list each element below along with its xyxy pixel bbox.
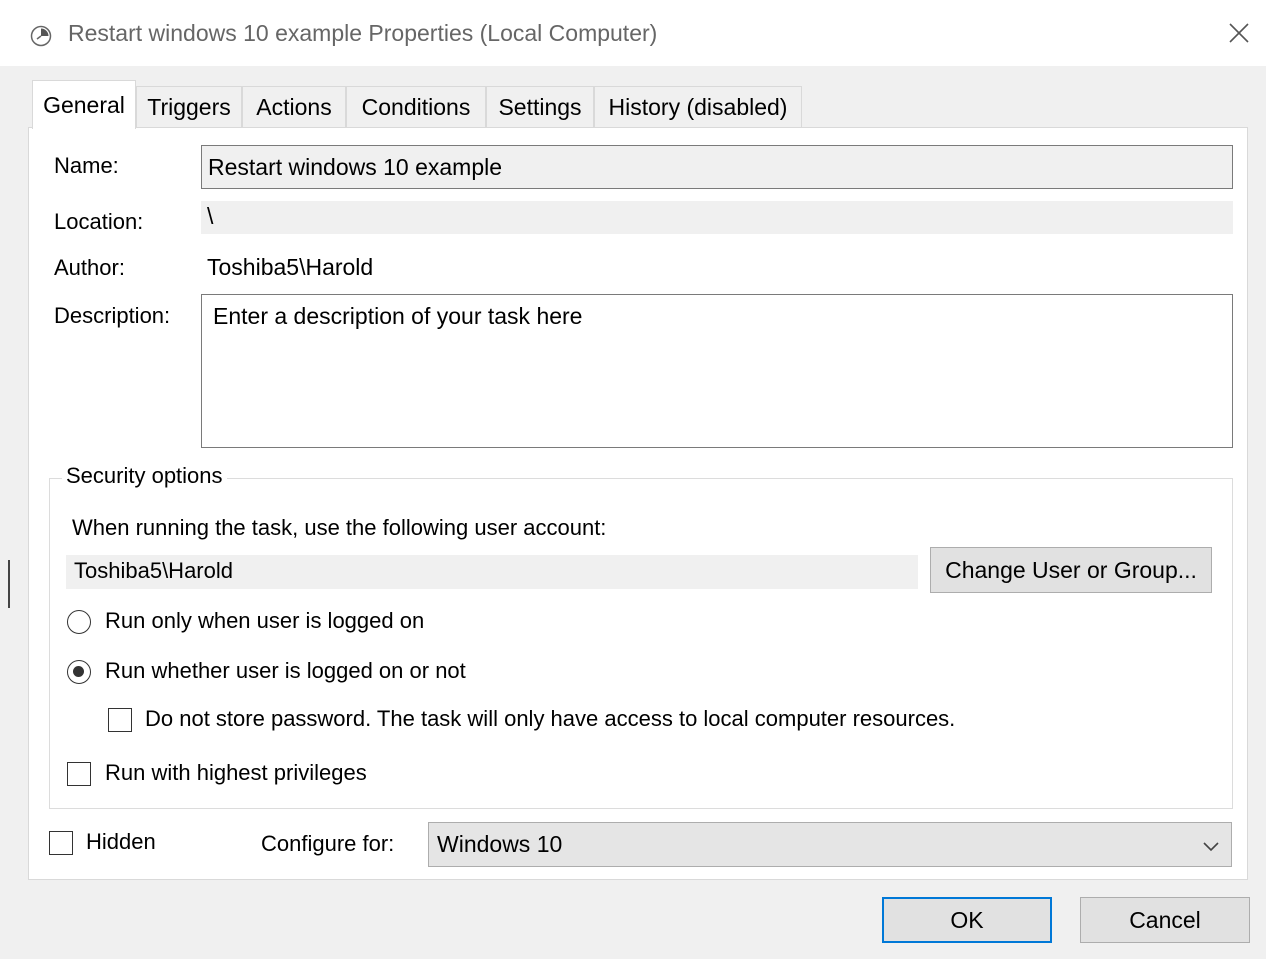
no-store-password-checkbox[interactable] xyxy=(108,708,132,732)
tab-conditions[interactable]: Conditions xyxy=(346,86,486,128)
cancel-button[interactable]: Cancel xyxy=(1080,897,1250,943)
hidden-checkbox[interactable] xyxy=(49,831,73,855)
security-options-legend: Security options xyxy=(62,463,227,489)
tab-actions[interactable]: Actions xyxy=(242,86,346,128)
tab-label: Triggers xyxy=(147,94,231,120)
close-button[interactable] xyxy=(1218,14,1260,52)
security-options-group: Security options When running the task, … xyxy=(49,463,1233,809)
change-user-button[interactable]: Change User or Group... xyxy=(930,547,1212,593)
location-value: \ xyxy=(201,201,1233,234)
description-label: Description: xyxy=(54,303,171,328)
tab-label: History (disabled) xyxy=(608,94,788,120)
name-field[interactable]: Restart windows 10 example xyxy=(201,145,1233,189)
close-icon xyxy=(1229,23,1249,43)
run-logged-on-label[interactable]: Run only when user is logged on xyxy=(105,608,424,634)
title-bar[interactable]: Restart windows 10 example Properties (L… xyxy=(0,0,1266,66)
highest-privileges-label[interactable]: Run with highest privileges xyxy=(105,760,367,786)
general-tab-panel: Name: Restart windows 10 example Locatio… xyxy=(28,127,1248,880)
description-field[interactable]: Enter a description of your task here xyxy=(201,294,1233,448)
author-value: Toshiba5\Harold xyxy=(207,254,374,280)
configure-for-value: Windows 10 xyxy=(437,831,563,857)
hidden-label[interactable]: Hidden xyxy=(86,829,156,855)
tab-settings[interactable]: Settings xyxy=(486,86,594,128)
tab-label: Actions xyxy=(256,94,332,120)
tab-history[interactable]: History (disabled) xyxy=(594,86,802,128)
no-store-password-label[interactable]: Do not store password. The task will onl… xyxy=(145,706,955,732)
highest-privileges-checkbox[interactable] xyxy=(67,762,91,786)
tab-label: Settings xyxy=(498,94,582,120)
run-whether-radio[interactable] xyxy=(67,660,91,684)
run-logged-on-radio[interactable] xyxy=(67,610,91,634)
run-whether-label[interactable]: Run whether user is logged on or not xyxy=(105,658,466,684)
tab-label: General xyxy=(43,91,125,118)
task-properties-dialog: Restart windows 10 example Properties (L… xyxy=(0,0,1266,959)
clock-icon xyxy=(30,25,52,47)
author-label: Author: xyxy=(54,255,125,280)
ok-button[interactable]: OK xyxy=(882,897,1052,943)
user-account-field: Toshiba5\Harold xyxy=(66,555,918,589)
chevron-down-icon xyxy=(1201,835,1221,855)
location-label: Location: xyxy=(54,209,144,234)
configure-for-label: Configure for: xyxy=(261,831,395,856)
tab-triggers[interactable]: Triggers xyxy=(136,86,242,128)
account-prompt: When running the task, use the following… xyxy=(72,515,607,540)
window-title: Restart windows 10 example Properties (L… xyxy=(68,20,658,46)
tab-label: Conditions xyxy=(361,94,471,120)
configure-for-select[interactable]: Windows 10 xyxy=(428,822,1232,867)
name-label: Name: xyxy=(54,153,119,178)
tab-general[interactable]: General xyxy=(32,80,136,129)
window-edge-mark xyxy=(8,560,10,608)
